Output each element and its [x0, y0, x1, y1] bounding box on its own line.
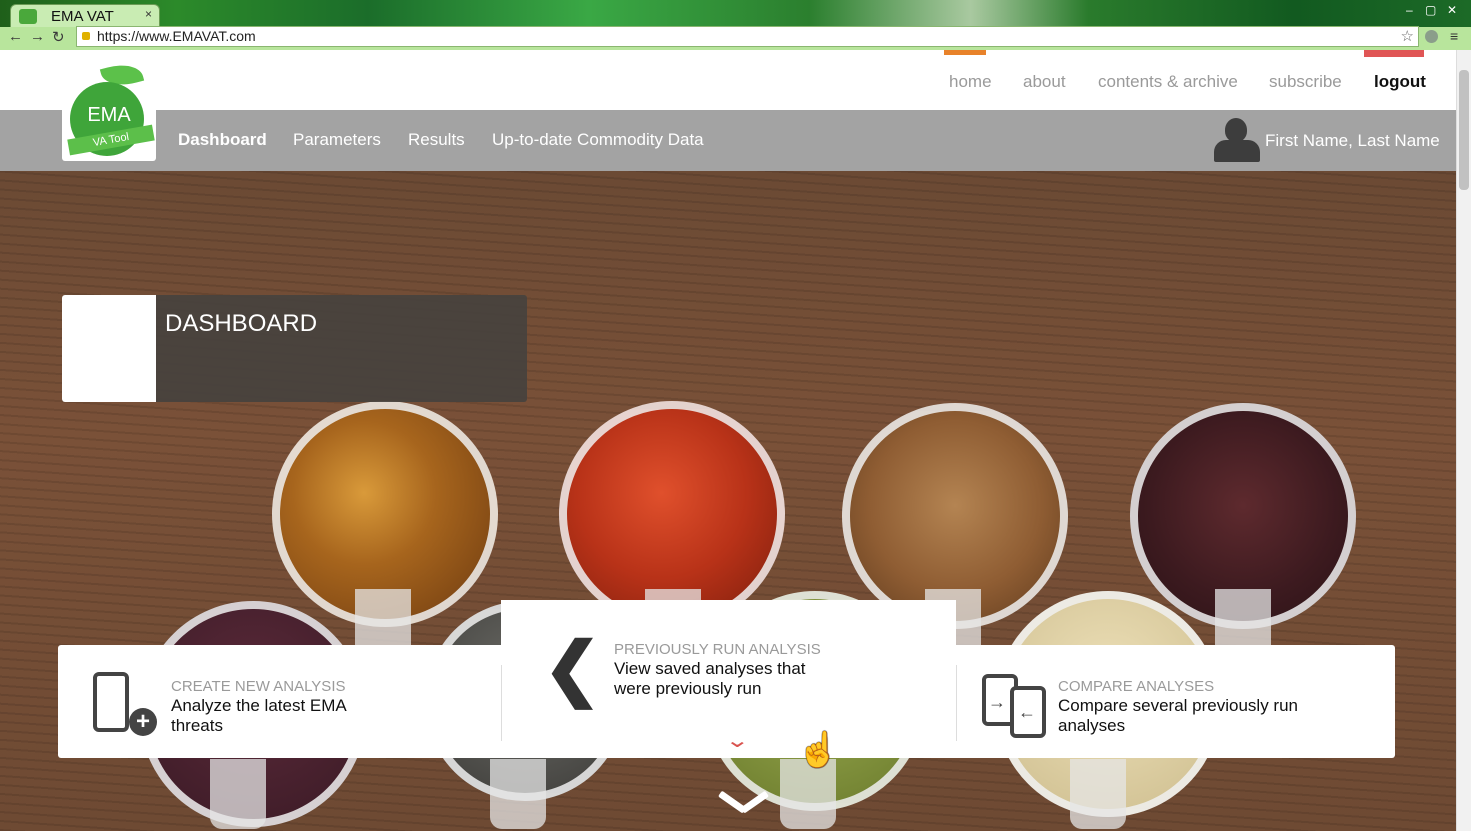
scrollbar-thumb[interactable] [1459, 70, 1469, 190]
url-text[interactable]: https://www.EMAVAT.com [97, 28, 256, 44]
create-analysis-description[interactable]: Analyze the latest EMA threats [171, 696, 361, 736]
site-logo[interactable]: EMA VA Tool [62, 56, 156, 161]
window-close-icon[interactable]: ✕ [1443, 3, 1461, 17]
chevron-left-icon[interactable]: ❮ [543, 633, 602, 703]
nav-contents-archive[interactable]: contents & archive [1098, 72, 1238, 92]
user-avatar-icon[interactable] [1214, 118, 1260, 164]
new-document-icon[interactable]: + [93, 672, 157, 740]
minimize-icon[interactable]: – [1400, 3, 1418, 17]
back-arrow-icon[interactable]: ← [8, 28, 23, 45]
tab-results[interactable]: Results [408, 130, 465, 150]
tab-title: EMA VAT [51, 8, 114, 25]
arrow-right-icon: → [988, 692, 1006, 712]
page-title: DASHBOARD [165, 310, 318, 337]
arrow-left-icon: ← [1018, 702, 1036, 722]
lock-icon [82, 32, 90, 40]
previous-analysis-label[interactable]: PREVIOUSLY RUN ANALYSIS [614, 641, 821, 658]
browser-menu-icon[interactable]: ≡ [1450, 28, 1458, 44]
tab-close-icon[interactable]: × [145, 7, 152, 21]
nav-logout[interactable]: logout [1374, 72, 1426, 92]
tab-dashboard[interactable]: Dashboard [178, 130, 267, 150]
forward-arrow-icon[interactable]: → [30, 28, 45, 45]
active-indicator [944, 50, 986, 55]
browser-chrome: EMA VAT × – ▢ ✕ ← → ↻ https://www.EMAVAT… [0, 0, 1471, 51]
logout-indicator [1364, 50, 1424, 57]
page-scrollbar[interactable] [1456, 50, 1471, 831]
card-divider [956, 665, 957, 741]
nav-home[interactable]: home [949, 72, 992, 92]
scoop-handle [1070, 759, 1126, 829]
bookmark-star-icon[interactable]: ☆ [1401, 27, 1414, 45]
favicon-icon [19, 9, 37, 24]
nav-about[interactable]: about [1023, 72, 1066, 92]
compare-analyses-description[interactable]: Compare several previously run analyses [1058, 696, 1308, 736]
dashboard-banner-icon-box [62, 295, 156, 402]
user-name[interactable]: First Name, Last Name [1265, 131, 1440, 151]
tab-commodity-data[interactable]: Up-to-date Commodity Data [492, 130, 704, 150]
browser-tab[interactable]: EMA VAT × [10, 4, 160, 28]
tab-parameters[interactable]: Parameters [293, 130, 381, 150]
chevron-down-icon[interactable]: ⌄ [725, 728, 750, 753]
hand-cursor-icon: ☝ [797, 731, 840, 769]
reload-icon[interactable]: ↻ [52, 28, 65, 46]
document-shape [93, 672, 129, 732]
address-bar[interactable]: https://www.EMAVAT.com ☆ [76, 26, 1419, 47]
logo-text: EMA [87, 104, 131, 126]
user-body-shape [1214, 140, 1260, 162]
user-head-shape [1225, 118, 1247, 142]
maximize-icon[interactable]: ▢ [1422, 3, 1440, 17]
compare-icon[interactable]: → ← [982, 674, 1048, 740]
nav-subscribe[interactable]: subscribe [1269, 72, 1342, 92]
extension-icon[interactable] [1425, 30, 1438, 43]
window-controls: – ▢ ✕ [1400, 3, 1461, 17]
scoop-handle [490, 759, 546, 829]
previous-analysis-description[interactable]: View saved analyses that were previously… [614, 659, 824, 699]
scoop-handle [210, 759, 266, 829]
scroll-down-chevron-icon[interactable] [717, 788, 770, 818]
compare-analyses-label[interactable]: COMPARE ANALYSES [1058, 678, 1214, 695]
card-divider [501, 665, 502, 741]
plus-icon: + [129, 708, 157, 736]
title-bar: EMA VAT × – ▢ ✕ [0, 0, 1471, 28]
create-analysis-label[interactable]: CREATE NEW ANALYSIS [171, 678, 346, 695]
